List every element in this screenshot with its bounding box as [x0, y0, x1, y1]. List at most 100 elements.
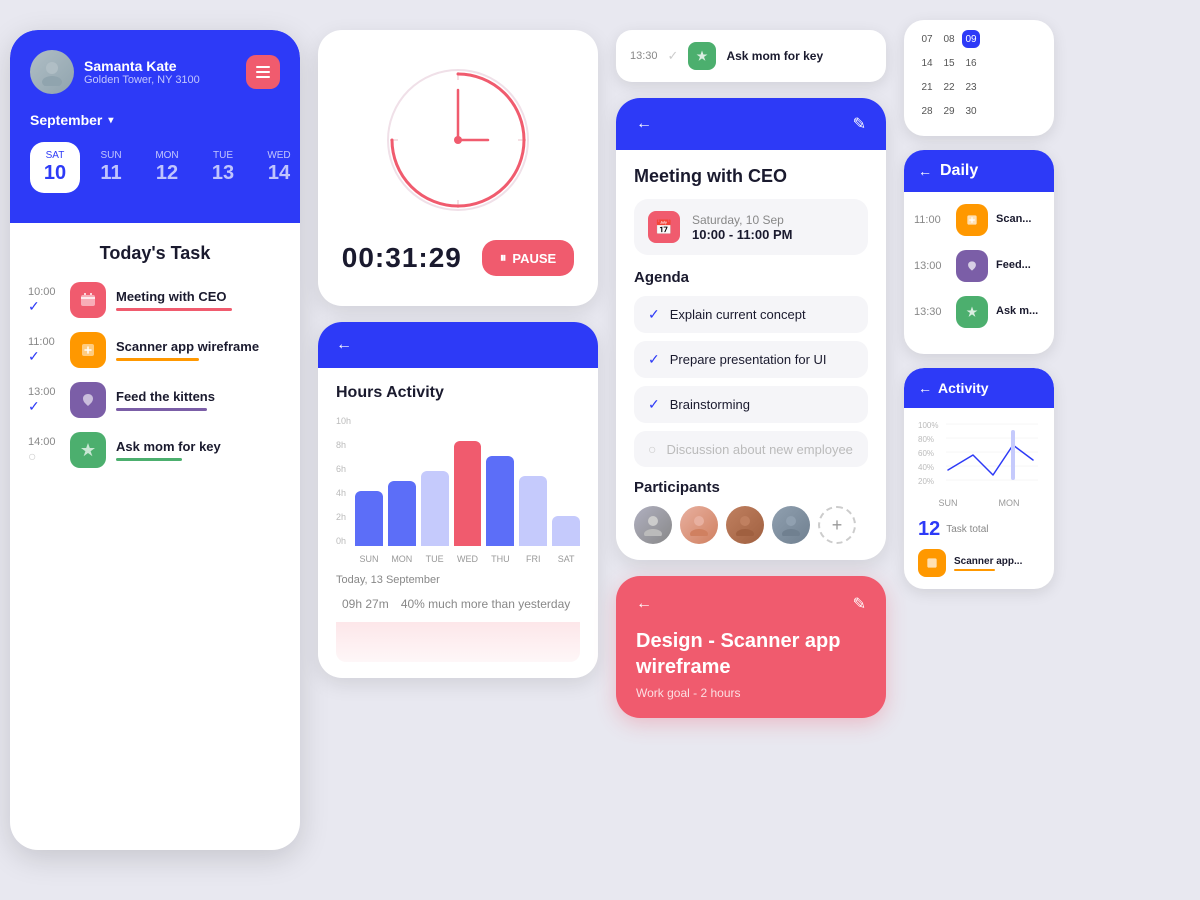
agenda-text-3: Discussion about new employee: [666, 442, 852, 457]
bar-2: [421, 471, 449, 546]
pause-button[interactable]: ⏸ PAUSE: [482, 240, 574, 276]
scanner-edit-icon[interactable]: ✎: [853, 594, 866, 614]
bar-col-3: [454, 441, 482, 546]
task-total-label: Task total: [946, 524, 988, 535]
meeting-date: Saturday, 10 Sep: [692, 213, 792, 227]
participant-1[interactable]: [680, 506, 718, 544]
cal-cell-30[interactable]: 30: [962, 102, 980, 120]
cal-cell-09[interactable]: 09: [962, 30, 980, 48]
cal-cell-23[interactable]: 23: [962, 78, 980, 96]
daily-back-icon[interactable]: ←: [918, 163, 932, 179]
agenda-item-1[interactable]: ✓ Prepare presentation for UI: [634, 341, 868, 378]
line-chart: 100% 80% 60% 40% 20%: [918, 420, 1040, 490]
activity-card: ← Hours Activity 10h 8h 6h 4h 2h 0h: [318, 322, 598, 678]
hours-note: 40% much more than yesterday: [401, 597, 570, 611]
y-label-1: 8h: [336, 440, 351, 450]
participant-0[interactable]: [634, 506, 672, 544]
cal-cell-16[interactable]: 16: [962, 54, 980, 72]
agenda-check-1: ✓: [648, 351, 660, 368]
scanner-back-icon[interactable]: ←: [636, 595, 652, 613]
chart-label-2: TUE: [421, 554, 449, 564]
chart-label-0: SUN: [355, 554, 383, 564]
day-num-4: 14: [268, 161, 290, 185]
bar-col-1: [388, 481, 416, 546]
task-item-3[interactable]: 14:00 ○ Ask mom for key: [28, 432, 282, 468]
cal-row-0: 07 08 09: [918, 30, 1040, 48]
agenda-item-0[interactable]: ✓ Explain current concept: [634, 296, 868, 333]
date-item-0[interactable]: SAT 10: [30, 142, 80, 193]
cal-row-2: 21 22 23: [918, 78, 1040, 96]
daily-card-body: 11:00 Scan... 13:00 Feed... 13:30: [904, 192, 1054, 354]
agenda-check-0: ✓: [648, 306, 660, 323]
daily-item-1[interactable]: 13:00 Feed...: [914, 250, 1044, 282]
task-total-num: 12: [918, 518, 940, 541]
todays-task-card: Samanta Kate Golden Tower, NY 3100 Septe…: [10, 30, 300, 850]
task-time-2: 13:00: [28, 386, 70, 398]
mini-task-info: Scanner app...: [954, 556, 1022, 571]
hours-value: 09h 27m: [342, 597, 389, 611]
meeting-back-icon[interactable]: ←: [636, 115, 652, 133]
task-item-1[interactable]: 11:00 ✓ Scanner app wireframe: [28, 332, 282, 368]
partial-task-top: 13:30 ✓ Ask mom for key: [616, 30, 886, 82]
bar-1: [388, 481, 416, 546]
cal-cell-08[interactable]: 08: [940, 30, 958, 48]
bar-col-0: [355, 491, 383, 546]
cal-cell-07[interactable]: 07: [918, 30, 936, 48]
edit-icon[interactable]: ✎: [853, 114, 866, 134]
task-item-0[interactable]: 10:00 ✓ Meeting with CEO: [28, 282, 282, 318]
month-selector[interactable]: September ▾: [30, 112, 280, 128]
bar-col-2: [421, 471, 449, 546]
task-time-1: 11:00: [28, 336, 70, 348]
daily-icon-1: [956, 250, 988, 282]
cal-cell-21[interactable]: 21: [918, 78, 936, 96]
chart-label-4: THU: [486, 554, 514, 564]
activity-mini-title: Activity: [938, 380, 989, 396]
partial-check: ✓: [668, 48, 679, 64]
date-item-1[interactable]: SUN 11: [86, 142, 136, 193]
chart-labels: SUN MON TUE WED THU FRI SAT: [355, 554, 580, 564]
participant-2[interactable]: [726, 506, 764, 544]
pause-label: PAUSE: [512, 251, 556, 266]
cal-row-1: 14 15 16: [918, 54, 1040, 72]
chart-label-5: FRI: [519, 554, 547, 564]
card1-body: Today's Task 10:00 ✓ Meeting with CEO 11: [10, 223, 300, 502]
daily-item-0[interactable]: 11:00 Scan...: [914, 204, 1044, 236]
y-label-2: 6h: [336, 464, 351, 474]
add-participant-button[interactable]: +: [818, 506, 856, 544]
activity-back-icon[interactable]: ←: [918, 380, 932, 396]
task-check-0: ✓: [28, 298, 40, 315]
cal-cell-29[interactable]: 29: [940, 102, 958, 120]
bar-col-4: [486, 456, 514, 546]
cal-cell-28[interactable]: 28: [918, 102, 936, 120]
date-item-3[interactable]: TUE 13: [198, 142, 248, 193]
agenda-item-3[interactable]: ○ Discussion about new employee: [634, 431, 868, 467]
date-item-4[interactable]: WED 14: [254, 142, 300, 193]
section-title: Today's Task: [28, 243, 282, 264]
daily-item-2[interactable]: 13:30 Ask m...: [914, 296, 1044, 328]
cal-cell-15[interactable]: 15: [940, 54, 958, 72]
bar-5: [519, 476, 547, 546]
task-name-0: Meeting with CEO: [116, 289, 282, 304]
back-arrow-icon[interactable]: ←: [336, 336, 352, 354]
y-label-0: 10h: [336, 416, 351, 426]
task-info-0: Meeting with CEO: [116, 289, 282, 311]
avatar: [30, 50, 74, 94]
y-label-4: 2h: [336, 512, 351, 522]
scanner-title: Design - Scanner app wireframe: [636, 628, 866, 680]
task-total-row: 12 Task total: [918, 518, 1040, 541]
cal-cell-14[interactable]: 14: [918, 54, 936, 72]
menu-button[interactable]: [246, 55, 280, 89]
date-item-2[interactable]: MON 12: [142, 142, 192, 193]
daily-time-0: 11:00: [914, 214, 948, 226]
participant-3[interactable]: [772, 506, 810, 544]
task-bar-1: [116, 358, 199, 361]
cal-cell-22[interactable]: 22: [940, 78, 958, 96]
day-name-3: TUE: [213, 150, 233, 161]
meeting-card: ← ✎ Meeting with CEO 📅 Saturday, 10 Sep …: [616, 98, 886, 560]
day-num-2: 12: [156, 161, 178, 185]
chart-label-6: SAT: [552, 554, 580, 564]
svg-text:60%: 60%: [918, 449, 934, 458]
agenda-item-2[interactable]: ✓ Brainstorming: [634, 386, 868, 423]
task-item-2[interactable]: 13:00 ✓ Feed the kittens: [28, 382, 282, 418]
task-info-1: Scanner app wireframe: [116, 339, 282, 361]
